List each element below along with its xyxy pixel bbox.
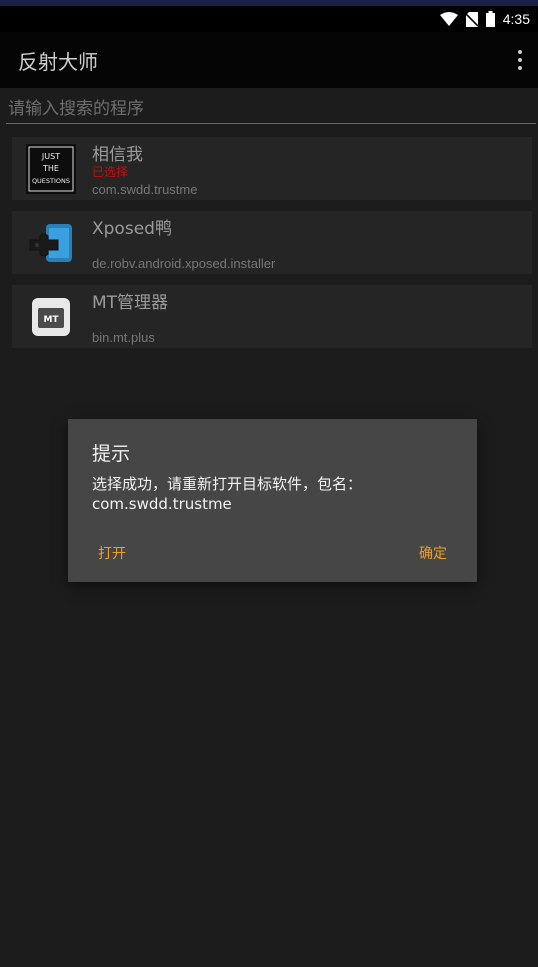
hint-dialog: 提示 选择成功，请重新打开目标软件，包名：com.swdd.trustme 打开… xyxy=(68,419,477,582)
dialog-message: 选择成功，请重新打开目标软件，包名：com.swdd.trustme xyxy=(92,475,363,513)
open-button[interactable]: 打开 xyxy=(92,541,132,565)
dialog-title: 提示 xyxy=(92,443,131,465)
confirm-button[interactable]: 确定 xyxy=(413,541,453,565)
